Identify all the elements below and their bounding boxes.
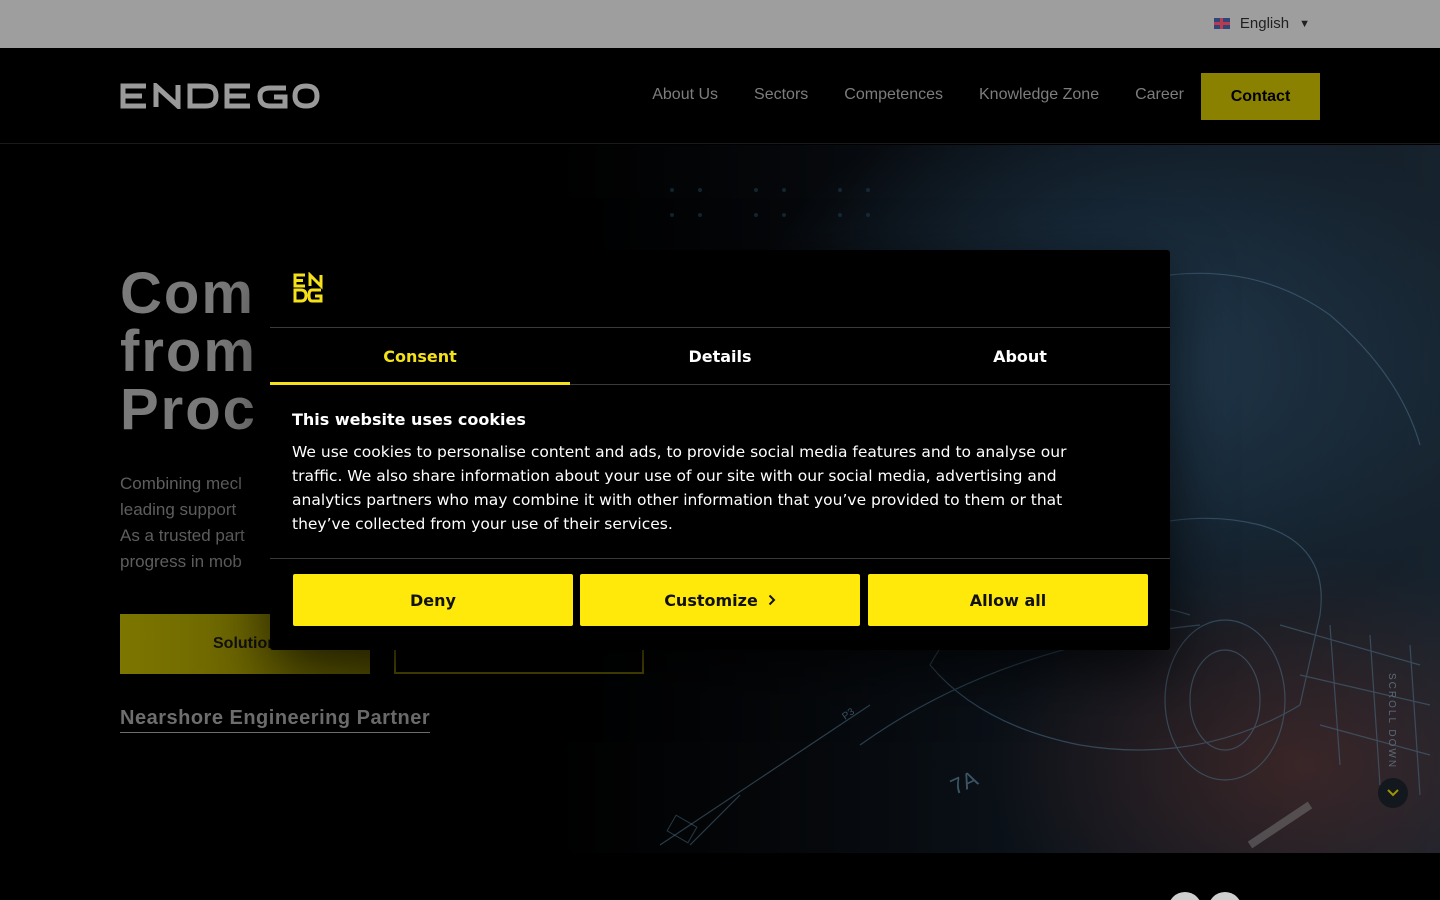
svg-text:P3: P3 [840, 706, 857, 722]
cookie-consent-dialog: Consent Details About This website uses … [270, 250, 1170, 650]
customize-button[interactable]: Customize [580, 574, 860, 626]
language-bar: English ▼ [0, 0, 1440, 48]
decor-circle [1208, 892, 1242, 900]
hero-title-line: Com [120, 261, 255, 326]
chevron-down-icon [1387, 789, 1399, 797]
nav-knowledge-zone[interactable]: Knowledge Zone [979, 86, 1099, 104]
deny-button-label: Deny [410, 590, 456, 610]
tab-about[interactable]: About [870, 328, 1170, 384]
endego-mark-icon [293, 272, 323, 303]
bottom-decor [1168, 892, 1242, 900]
uk-flag-icon [1213, 18, 1230, 29]
allow-all-button[interactable]: Allow all [868, 574, 1148, 626]
consent-body-text: We use cookies to personalise content an… [292, 443, 1067, 533]
nearshore-partner-link[interactable]: Nearshore Engineering Partner [120, 707, 431, 733]
nav-sectors[interactable]: Sectors [754, 86, 808, 104]
tab-details[interactable]: Details [570, 328, 870, 384]
endego-logo[interactable] [120, 83, 320, 109]
nav-competences[interactable]: Competences [844, 86, 943, 104]
allow-all-button-label: Allow all [969, 590, 1047, 610]
customize-button-label: Customize [664, 590, 758, 610]
caret-down-icon: ▼ [1299, 17, 1310, 30]
hero-title: Com from Proc [120, 265, 257, 439]
contact-button[interactable]: Contact [1201, 73, 1320, 120]
decor-circle [1168, 892, 1202, 900]
consent-heading: This website uses cookies [292, 410, 526, 429]
deny-button[interactable]: Deny [293, 574, 573, 626]
scroll-down-button[interactable] [1378, 778, 1408, 808]
scroll-down-label: SCROLL DOWN [1386, 673, 1397, 770]
language-selector[interactable]: English ▼ [1213, 15, 1310, 32]
hero-title-line: from [120, 319, 257, 384]
tab-consent[interactable]: Consent [270, 328, 570, 385]
language-label: English [1239, 15, 1290, 32]
svg-text:7A: 7A [947, 765, 982, 799]
nav-career[interactable]: Career [1135, 86, 1184, 104]
main-nav: About Us Sectors Competences Knowledge Z… [652, 86, 1184, 104]
hero-title-line: Proc [120, 377, 257, 442]
solutions-button-label: Solution [213, 635, 277, 652]
chevron-right-icon [768, 594, 776, 606]
nav-about-us[interactable]: About Us [652, 86, 718, 104]
dialog-divider [270, 558, 1170, 559]
site-header: About Us Sectors Competences Knowledge Z… [0, 48, 1440, 144]
consent-tabs: Consent Details About [270, 327, 1170, 385]
